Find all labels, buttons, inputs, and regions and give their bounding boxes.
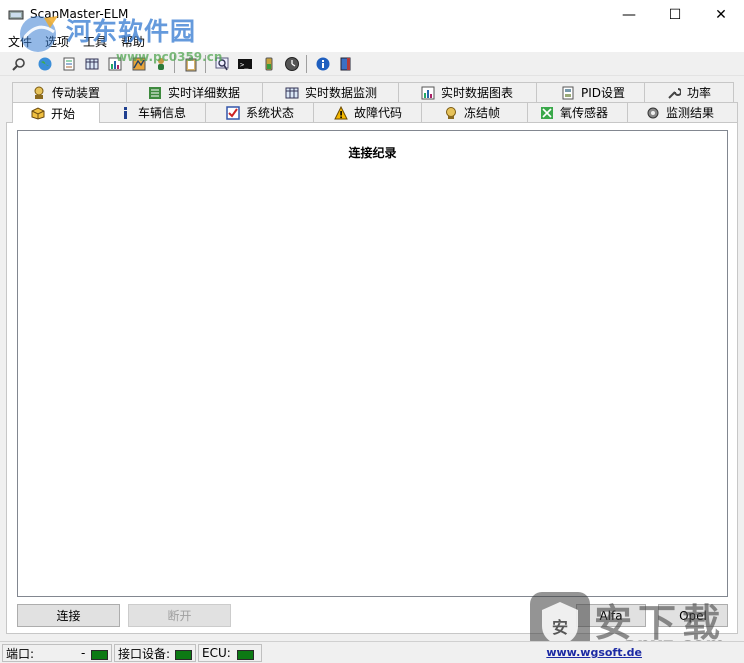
tab-pid-settings[interactable]: PID设置 xyxy=(536,82,646,102)
tab-live-monitor[interactable]: 实时数据监测 xyxy=(262,82,400,102)
info-icon[interactable] xyxy=(314,55,332,73)
sensor-icon xyxy=(541,106,553,119)
tab-label: 传动装置 xyxy=(52,86,101,100)
maximize-button[interactable]: ☐ xyxy=(652,0,698,30)
svg-text:>_: >_ xyxy=(240,61,249,69)
box-icon xyxy=(31,107,45,120)
warning-icon xyxy=(334,105,348,119)
tab-system-status[interactable]: 系统状态 xyxy=(205,102,315,122)
opel-button[interactable]: Opel xyxy=(658,604,728,627)
table-icon xyxy=(285,87,299,98)
title-bar: ScanMaster-ELM — ☐ ✕ xyxy=(0,0,744,30)
tab-label: 功率 xyxy=(687,86,712,100)
tab-label: 监测结果 xyxy=(666,106,715,120)
interface-status: 接口设备: xyxy=(114,644,196,662)
close-icon: ✕ xyxy=(715,7,727,23)
menu-bar: 文件 选项 工具 帮助 xyxy=(0,30,744,52)
toolbar-separator xyxy=(174,55,175,73)
interface-led xyxy=(175,650,192,660)
freeze-icon xyxy=(446,106,456,119)
connection-log-title: 连接纪录 xyxy=(348,146,397,160)
close-button[interactable]: ✕ xyxy=(698,0,744,30)
menu-file[interactable]: 文件 xyxy=(8,33,32,50)
tab-monitor-results[interactable]: 监测结果 xyxy=(627,102,738,122)
connect-button[interactable]: 连接 xyxy=(17,604,120,627)
pid-icon xyxy=(562,86,574,99)
tab-live-chart[interactable]: 实时数据图表 xyxy=(398,82,538,102)
tab-label: 实时数据图表 xyxy=(441,86,514,100)
info-icon xyxy=(124,106,127,119)
tab-vehicle-info[interactable]: 车辆信息 xyxy=(99,102,207,122)
wgsoft-link[interactable]: www.wgsoft.de xyxy=(546,646,642,659)
port-led xyxy=(91,650,108,660)
minimize-button[interactable]: — xyxy=(606,0,652,30)
chart-icon[interactable] xyxy=(106,55,124,73)
person-icon[interactable] xyxy=(152,55,170,73)
document-icon[interactable] xyxy=(60,55,78,73)
port-label: 端口: xyxy=(6,646,35,661)
wrench-icon xyxy=(668,87,681,99)
tab-trouble-codes[interactable]: 故障代码 xyxy=(313,102,423,122)
tab-label: 冻结帧 xyxy=(464,106,501,120)
terminal-icon[interactable]: >_ xyxy=(236,55,254,73)
tab-transmission[interactable]: 传动装置 xyxy=(12,82,128,102)
magnifier-icon[interactable] xyxy=(213,55,231,73)
tab-label: 开始 xyxy=(51,106,76,121)
tab-panel-start: 连接纪录 连接 断开 Alfa Opel xyxy=(6,122,738,634)
tab-label: PID设置 xyxy=(581,86,626,100)
toolbar-separator xyxy=(205,55,206,73)
tab-label: 实时数据监测 xyxy=(305,86,378,100)
transmission-icon xyxy=(34,86,44,99)
clipboard-icon[interactable] xyxy=(182,55,200,73)
minimize-icon: — xyxy=(622,7,636,23)
tab-oxygen-sensor[interactable]: 氧传感器 xyxy=(527,102,629,122)
tab-label: 故障代码 xyxy=(354,106,403,120)
port-value: - xyxy=(81,646,86,660)
ecu-led xyxy=(237,650,254,660)
tab-label: 系统状态 xyxy=(246,106,295,120)
book-icon[interactable] xyxy=(337,55,355,73)
menu-tools[interactable]: 工具 xyxy=(83,33,107,50)
port-status: 端口: - xyxy=(2,644,112,662)
status-bar: 端口: - 接口设备: ECU: www.wgsoft.de xyxy=(0,641,744,663)
list-icon xyxy=(149,86,161,99)
map-icon[interactable] xyxy=(130,55,148,73)
tab-label: 氧传感器 xyxy=(560,106,609,120)
tab-power[interactable]: 功率 xyxy=(644,82,734,102)
disconnect-button[interactable]: 断开 xyxy=(128,604,231,627)
ecu-status: ECU: xyxy=(198,644,262,662)
grid-icon[interactable] xyxy=(83,55,101,73)
chart-icon xyxy=(421,86,435,99)
menu-options[interactable]: 选项 xyxy=(45,33,69,50)
tab-label: 实时详细数据 xyxy=(168,86,241,100)
interface-label: 接口设备: xyxy=(118,646,171,661)
app-icon xyxy=(8,10,24,20)
globe-icon[interactable] xyxy=(36,55,54,73)
clock-icon[interactable] xyxy=(283,55,301,73)
window-title: ScanMaster-ELM xyxy=(30,7,129,21)
alfa-button[interactable]: Alfa xyxy=(576,604,646,627)
gear-icon xyxy=(647,107,659,118)
tab-start[interactable]: 开始 xyxy=(12,102,100,123)
battery-icon[interactable] xyxy=(260,55,278,73)
toolbar: >_ xyxy=(0,52,744,76)
connection-log[interactable]: 连接纪录 xyxy=(17,130,728,597)
checkbox-icon xyxy=(226,105,240,120)
tab-live-detail[interactable]: 实时详细数据 xyxy=(126,82,264,102)
tab-freeze-frame[interactable]: 冻结帧 xyxy=(421,102,529,122)
search-icon[interactable] xyxy=(10,55,28,73)
tab-label: 车辆信息 xyxy=(138,106,187,120)
maximize-icon: ☐ xyxy=(668,7,682,23)
menu-help[interactable]: 帮助 xyxy=(121,33,145,50)
ecu-label: ECU: xyxy=(202,646,231,660)
toolbar-separator xyxy=(306,55,307,73)
